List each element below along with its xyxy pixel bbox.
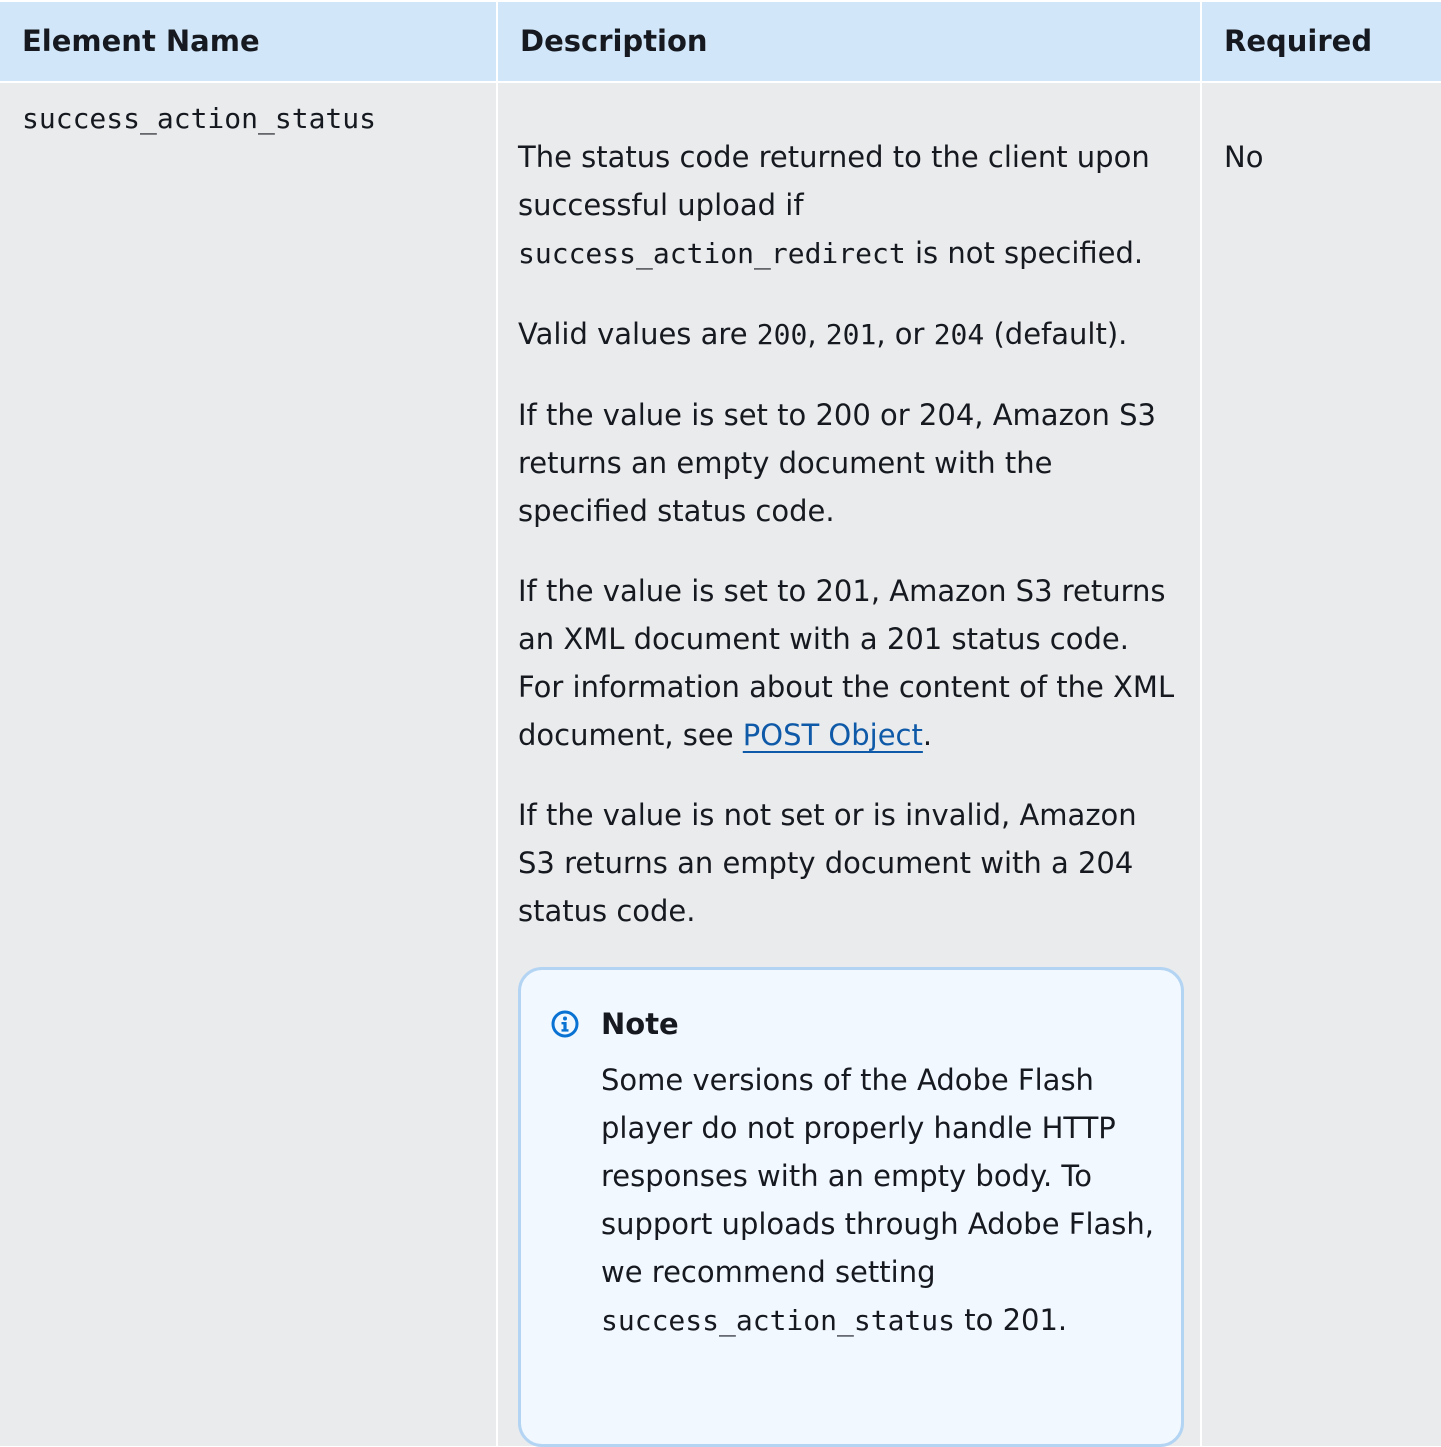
description-paragraph-1: The status code returned to the client u…	[518, 133, 1178, 278]
text-segment: to 201.	[955, 1303, 1068, 1337]
note-callout: Note Some versions of the Adobe Flash pl…	[518, 967, 1184, 1447]
text-segment: ,	[807, 317, 826, 351]
text-segment: The status code returned to the client u…	[518, 140, 1150, 222]
text-segment: (default).	[984, 317, 1128, 351]
note-body: Some versions of the Adobe Flash player …	[601, 1056, 1161, 1345]
text-segment: , or	[876, 317, 934, 351]
required-cell: No	[1200, 83, 1441, 1446]
inline-code: 201	[825, 318, 877, 351]
post-object-link[interactable]: POST Object	[743, 718, 923, 752]
description-paragraph-3: If the value is set to 200 or 204, Amazo…	[518, 398, 1156, 528]
description-cell: The status code returned to the client u…	[496, 83, 1200, 1447]
text-segment: is not specified.	[905, 236, 1144, 270]
note-title: Note	[601, 1007, 679, 1041]
description-paragraph-2: Valid values are 200, 201, or 204 (defau…	[518, 310, 1178, 359]
info-icon	[551, 1010, 579, 1038]
parameters-table: Element Name Description Required succes…	[0, 0, 1441, 1447]
header-required: Required	[1200, 0, 1441, 83]
text-segment: .	[922, 718, 933, 752]
inline-code: 200	[756, 318, 808, 351]
inline-code: 204	[933, 318, 985, 351]
required-value: No	[1224, 140, 1264, 174]
element-name-cell: success_action_status	[0, 83, 496, 1446]
inline-code: success_action_redirect	[518, 237, 906, 270]
description-paragraph-4: If the value is set to 201, Amazon S3 re…	[518, 567, 1178, 759]
text-segment: Some versions of the Adobe Flash player …	[601, 1063, 1154, 1289]
text-segment: Valid values are	[518, 317, 757, 351]
element-name: success_action_status	[22, 102, 377, 135]
header-element-name: Element Name	[0, 0, 496, 83]
description-paragraph-5: If the value is not set or is invalid, A…	[518, 798, 1137, 928]
inline-code: success_action_status	[601, 1304, 956, 1337]
note-header: Note	[551, 1004, 1151, 1044]
header-description: Description	[496, 0, 1200, 83]
